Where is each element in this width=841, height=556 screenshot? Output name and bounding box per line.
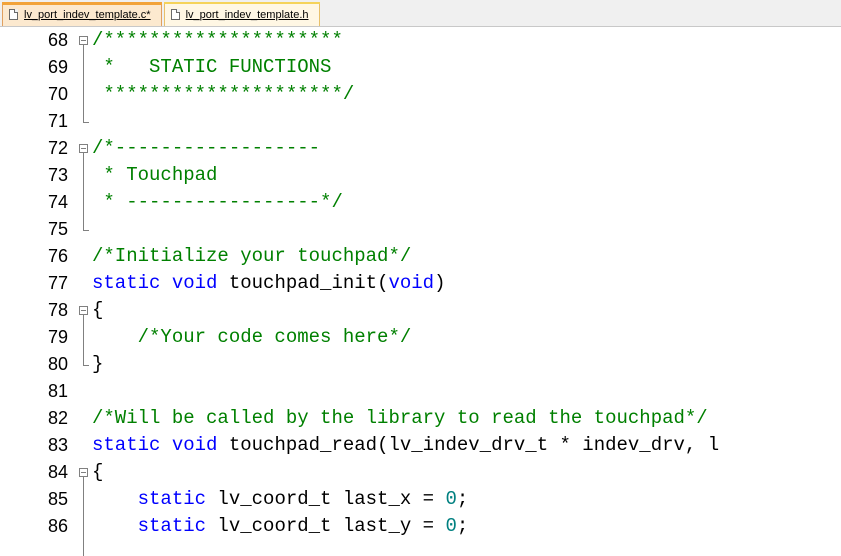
fold-end-marker bbox=[83, 230, 89, 231]
comment-token: /********************* bbox=[92, 29, 343, 51]
code-line[interactable]: * STATIC FUNCTIONS bbox=[92, 54, 331, 81]
line-number: 75 bbox=[47, 219, 68, 239]
fold-collapse-icon[interactable] bbox=[79, 468, 88, 477]
line-number: 81 bbox=[47, 381, 68, 401]
line-number: 77 bbox=[47, 273, 68, 293]
code-text-area[interactable]: /********************* * STATIC FUNCTION… bbox=[92, 27, 841, 556]
line-number: 82 bbox=[47, 408, 68, 428]
file-icon bbox=[9, 9, 18, 20]
code-line[interactable]: * -----------------*/ bbox=[92, 189, 343, 216]
tab-lv-port-indev-template-c[interactable]: lv_port_indev_template.c* bbox=[2, 2, 162, 26]
code-line[interactable]: /*Will be called by the library to read … bbox=[92, 405, 708, 432]
tab-bar: lv_port_indev_template.c* lv_port_indev_… bbox=[0, 0, 841, 27]
line-number: 76 bbox=[47, 246, 68, 266]
tab-label: lv_port_indev_template.h bbox=[185, 8, 309, 21]
code-line[interactable]: /********************* bbox=[92, 27, 343, 54]
code-line[interactable]: static lv_coord_t last_y = 0; bbox=[92, 513, 469, 540]
code-token: lv_coord_t last_x = bbox=[206, 488, 446, 510]
fold-guide-line bbox=[83, 153, 84, 230]
fold-collapse-icon[interactable] bbox=[79, 306, 88, 315]
comment-token: * -----------------*/ bbox=[92, 191, 343, 213]
keyword-token: static bbox=[137, 515, 207, 537]
comment-token: /*Your code comes here*/ bbox=[137, 326, 412, 348]
line-number: 86 bbox=[47, 516, 68, 536]
line-number: 80 bbox=[47, 354, 68, 374]
code-token: { bbox=[92, 299, 104, 321]
number-token: 0 bbox=[445, 488, 457, 510]
code-line[interactable]: static lv_coord_t last_x = 0; bbox=[92, 486, 469, 513]
code-token: } bbox=[92, 353, 104, 375]
fold-guide-line bbox=[83, 477, 84, 556]
comment-token: /*Will be called by the library to read … bbox=[92, 407, 708, 429]
line-number: 84 bbox=[47, 462, 68, 482]
fold-margin[interactable] bbox=[76, 27, 92, 556]
fold-end-marker bbox=[83, 365, 89, 366]
line-number: 74 bbox=[47, 192, 68, 212]
code-line[interactable]: /*Initialize your touchpad*/ bbox=[92, 243, 411, 270]
fold-guide-line bbox=[83, 315, 84, 365]
code-line[interactable]: { bbox=[92, 297, 103, 324]
line-number: 79 bbox=[47, 327, 68, 347]
code-token: ; bbox=[456, 488, 469, 510]
line-number: 78 bbox=[47, 300, 68, 320]
code-token: ; bbox=[456, 515, 469, 537]
line-number: 85 bbox=[47, 489, 68, 509]
line-number: 71 bbox=[47, 111, 68, 131]
line-number: 83 bbox=[47, 435, 68, 455]
line-number: 69 bbox=[47, 57, 68, 77]
comment-token: * Touchpad bbox=[92, 164, 218, 186]
code-line[interactable]: } bbox=[92, 351, 103, 378]
line-number-gutter: 68 69 70 71 72 73 74 75 76 77 78 79 80 81 82 83 84 85 86 bbox=[0, 27, 76, 556]
line-number: 70 bbox=[47, 84, 68, 104]
file-icon bbox=[170, 9, 180, 20]
keyword-token: void bbox=[171, 272, 218, 294]
keyword-token: static bbox=[137, 488, 207, 510]
keyword-token: static bbox=[92, 272, 161, 294]
comment-token: /*Initialize your touchpad*/ bbox=[92, 245, 412, 267]
fold-collapse-icon[interactable] bbox=[79, 144, 88, 153]
code-line[interactable]: static void touchpad_read(lv_indev_drv_t… bbox=[92, 432, 719, 459]
editor-pane[interactable]: 68 69 70 71 72 73 74 75 76 77 78 79 80 81 82 83 84 85 86 /… bbox=[0, 27, 841, 556]
comment-token: /*------------------ bbox=[92, 137, 321, 159]
code-line[interactable]: * Touchpad bbox=[92, 162, 217, 189]
fold-end-marker bbox=[83, 122, 89, 123]
code-token: ) bbox=[434, 272, 446, 294]
code-token: touchpad_init( bbox=[217, 272, 389, 294]
code-editor-window: lv_port_indev_template.c* lv_port_indev_… bbox=[0, 0, 841, 556]
comment-token: * STATIC FUNCTIONS bbox=[92, 56, 332, 78]
code-token: { bbox=[92, 461, 104, 483]
tab-lv-port-indev-template-h[interactable]: lv_port_indev_template.h bbox=[163, 2, 320, 26]
number-token: 0 bbox=[445, 515, 457, 537]
line-number: 72 bbox=[47, 138, 68, 158]
tab-label: lv_port_indev_template.c* bbox=[24, 8, 151, 21]
code-line[interactable]: static void touchpad_init(void) bbox=[92, 270, 445, 297]
code-line[interactable]: /*Your code comes here*/ bbox=[92, 324, 412, 351]
keyword-token: void bbox=[388, 272, 435, 294]
code-line[interactable]: { bbox=[92, 459, 103, 486]
code-line[interactable]: /*------------------ bbox=[92, 135, 320, 162]
line-number: 68 bbox=[47, 30, 68, 50]
keyword-token: void bbox=[171, 434, 218, 456]
line-number: 73 bbox=[47, 165, 68, 185]
code-token: lv_coord_t last_y = bbox=[206, 515, 446, 537]
code-token: touchpad_read(lv_indev_drv_t * indev_drv… bbox=[217, 434, 720, 456]
code-line[interactable]: *********************/ bbox=[92, 81, 354, 108]
fold-collapse-icon[interactable] bbox=[79, 36, 88, 45]
comment-token: *********************/ bbox=[92, 83, 355, 105]
fold-guide-line bbox=[83, 45, 84, 122]
keyword-token: static bbox=[92, 434, 161, 456]
